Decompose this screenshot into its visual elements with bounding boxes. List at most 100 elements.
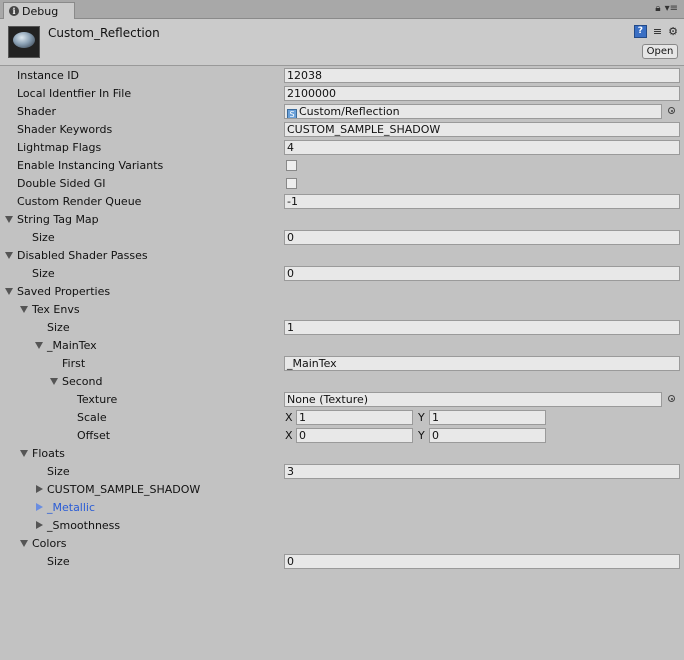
row-saved-properties[interactable]: Saved Properties — [0, 283, 684, 301]
size-label: Size — [47, 555, 70, 568]
row-float-item[interactable]: CUSTOM_SAMPLE_SHADOW — [0, 481, 684, 499]
string-tag-size-field[interactable]: 0 — [284, 230, 680, 245]
first-field[interactable]: _MainTex — [284, 356, 680, 371]
foldout-open-icon[interactable] — [50, 378, 58, 385]
foldout-closed-icon[interactable] — [36, 485, 43, 493]
foldout-closed-icon[interactable] — [36, 521, 43, 529]
row-disabled-passes[interactable]: Disabled Shader Passes — [0, 247, 684, 265]
foldout-open-icon[interactable] — [20, 450, 28, 457]
instancing-checkbox[interactable] — [286, 160, 297, 171]
foldout-open-icon[interactable] — [35, 342, 43, 349]
object-title: Custom_Reflection — [48, 26, 160, 40]
x-label: X — [285, 429, 293, 442]
render-queue-label: Custom Render Queue — [17, 195, 142, 208]
row-disabled-passes-size: Size 0 — [0, 265, 684, 283]
tab-label: Debug — [22, 4, 59, 18]
header-icons: ? ≡ ⚙ — [633, 25, 678, 38]
scale-label: Scale — [77, 411, 107, 424]
offset-y-field[interactable]: 0 — [429, 428, 546, 443]
row-texture: Texture None (Texture) — [0, 391, 684, 409]
row-floats[interactable]: Floats — [0, 445, 684, 463]
size-label: Size — [47, 465, 70, 478]
tex-envs-label: Tex Envs — [32, 303, 80, 316]
row-first: First _MainTex — [0, 355, 684, 373]
material-preview-icon — [8, 26, 40, 58]
first-label: First — [62, 357, 86, 370]
texture-field[interactable]: None (Texture) — [284, 392, 662, 407]
row-colors-size: Size 0 — [0, 553, 684, 571]
x-label: X — [285, 411, 293, 424]
info-icon: i — [9, 6, 19, 16]
render-queue-field[interactable]: -1 — [284, 194, 680, 209]
lightmap-label: Lightmap Flags — [17, 141, 102, 154]
instance-id-field[interactable]: 12038 — [284, 68, 680, 83]
tab-debug[interactable]: i Debug — [3, 2, 75, 19]
row-shader: Shader S Custom/Reflection — [0, 103, 684, 121]
row-local-id: Local Identfier In File 2100000 — [0, 85, 684, 103]
row-string-tag-size: Size 0 — [0, 229, 684, 247]
lock-icon[interactable]: 🔒︎ — [655, 3, 660, 14]
tab-icons: 🔒︎ ▾≡ — [655, 3, 678, 14]
row-instancing: Enable Instancing Variants — [0, 157, 684, 175]
row-double-gi: Double Sided GI — [0, 175, 684, 193]
foldout-open-icon[interactable] — [20, 306, 28, 313]
row-colors[interactable]: Colors — [0, 535, 684, 553]
floats-size-field[interactable]: 3 — [284, 464, 680, 479]
object-picker-icon[interactable] — [668, 395, 675, 402]
row-float-item[interactable]: _Smoothness — [0, 517, 684, 535]
instance-id-label: Instance ID — [17, 69, 79, 82]
row-scale: Scale X 1 Y 1 — [0, 409, 684, 427]
row-keywords: Shader Keywords CUSTOM_SAMPLE_SHADOW — [0, 121, 684, 139]
scale-y-field[interactable]: 1 — [429, 410, 546, 425]
foldout-open-icon[interactable] — [20, 540, 28, 547]
keywords-label: Shader Keywords — [17, 123, 113, 136]
row-string-tag-map[interactable]: String Tag Map — [0, 211, 684, 229]
open-button[interactable]: Open — [642, 44, 678, 59]
row-float-item[interactable]: _Metallic — [0, 499, 684, 517]
double-gi-checkbox[interactable] — [286, 178, 297, 189]
y-label: Y — [418, 411, 425, 424]
offset-x-field[interactable]: 0 — [296, 428, 413, 443]
string-tag-map-label: String Tag Map — [17, 213, 99, 226]
float-item-label: _Smoothness — [47, 519, 121, 532]
instancing-label: Enable Instancing Variants — [17, 159, 164, 172]
help-icon[interactable]: ? — [633, 25, 647, 38]
gear-icon[interactable]: ⚙ — [668, 26, 678, 37]
colors-size-field[interactable]: 0 — [284, 554, 680, 569]
saved-properties-label: Saved Properties — [17, 285, 111, 298]
size-label: Size — [32, 267, 55, 280]
foldout-open-icon[interactable] — [5, 252, 13, 259]
shader-value: Custom/Reflection — [299, 105, 400, 118]
row-tex-envs[interactable]: Tex Envs — [0, 301, 684, 319]
disabled-passes-size-field[interactable]: 0 — [284, 266, 680, 281]
presets-icon[interactable]: ≡ — [653, 26, 662, 37]
y-label: Y — [418, 429, 425, 442]
menu-icon[interactable]: ▾≡ — [665, 3, 678, 14]
lightmap-field[interactable]: 4 — [284, 140, 680, 155]
offset-label: Offset — [77, 429, 111, 442]
local-id-field[interactable]: 2100000 — [284, 86, 680, 101]
local-id-label: Local Identfier In File — [17, 87, 132, 100]
row-lightmap: Lightmap Flags 4 — [0, 139, 684, 157]
scale-x-field[interactable]: 1 — [296, 410, 413, 425]
object-picker-icon[interactable] — [668, 107, 675, 114]
second-label: Second — [62, 375, 103, 388]
size-label: Size — [32, 231, 55, 244]
row-maintex[interactable]: _MainTex — [0, 337, 684, 355]
maintex-label: _MainTex — [47, 339, 97, 352]
row-second[interactable]: Second — [0, 373, 684, 391]
tex-envs-size-field[interactable]: 1 — [284, 320, 680, 335]
float-item-label: CUSTOM_SAMPLE_SHADOW — [47, 483, 201, 496]
disabled-passes-label: Disabled Shader Passes — [17, 249, 148, 262]
foldout-closed-icon[interactable] — [36, 503, 43, 511]
colors-label: Colors — [32, 537, 67, 550]
row-render-queue: Custom Render Queue -1 — [0, 193, 684, 211]
floats-label: Floats — [32, 447, 65, 460]
row-tex-envs-size: Size 1 — [0, 319, 684, 337]
shader-field[interactable]: S Custom/Reflection — [284, 104, 662, 119]
foldout-open-icon[interactable] — [5, 288, 13, 295]
row-instance-id: Instance ID 12038 — [0, 67, 684, 85]
row-floats-size: Size 3 — [0, 463, 684, 481]
foldout-open-icon[interactable] — [5, 216, 13, 223]
keywords-field[interactable]: CUSTOM_SAMPLE_SHADOW — [284, 122, 680, 137]
